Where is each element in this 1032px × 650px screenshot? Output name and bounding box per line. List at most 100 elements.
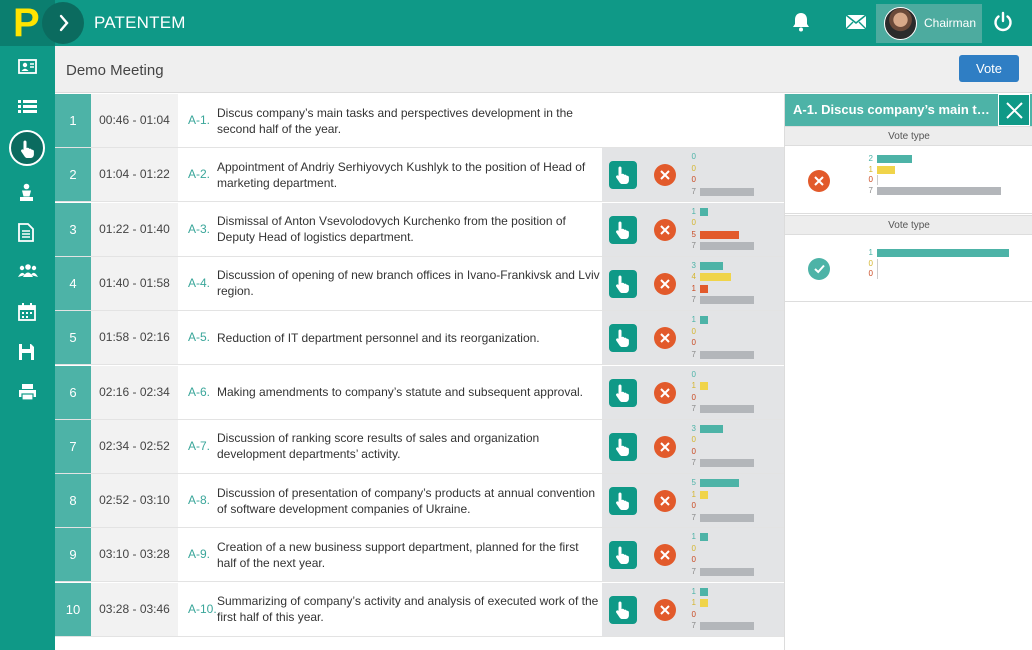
agenda-description[interactable]: Discussion of presentation of company’s … (217, 474, 601, 527)
sidebar-item-save[interactable] (0, 332, 55, 372)
cancel-vote-button[interactable] (654, 218, 676, 241)
vote-count: 1 (868, 248, 873, 257)
vote-stat-total: 7 (688, 350, 778, 360)
vote-count: 5 (691, 478, 696, 488)
sidebar-item-print[interactable] (0, 372, 55, 412)
sidebar-item-calendar[interactable] (0, 292, 55, 332)
vote-count: 0 (691, 609, 696, 619)
vote-stat-total: 7 (688, 404, 778, 414)
agenda-number: 7 (55, 419, 91, 473)
x-icon (660, 279, 670, 289)
sidebar-item-documents[interactable] (0, 212, 55, 252)
vote-hand-button[interactable] (609, 595, 637, 624)
agenda-description[interactable]: Summarizing of company’s activity and an… (217, 583, 601, 636)
menu-toggle-button[interactable] (42, 2, 84, 44)
vote-bar (700, 490, 708, 499)
agenda-row[interactable]: 9 03:10 - 03:28 A-9. Creation of a new busi… (55, 528, 784, 583)
cancel-vote-button[interactable] (654, 490, 676, 513)
agenda-description-text: Discus company’s main tasks and perspect… (217, 105, 573, 136)
agenda-actions: 51 07 (602, 474, 784, 528)
sidebar-item-voting[interactable] (0, 130, 55, 170)
agenda-description[interactable]: Reduction of IT department personnel and… (217, 311, 601, 364)
save-icon (19, 344, 34, 360)
agenda-description[interactable]: Making amendments to company’s statute a… (217, 366, 601, 419)
agenda-row[interactable]: 4 01:40 - 01:58 A-4. Discussion of opening … (55, 256, 784, 311)
agenda-description[interactable]: Discussion of ranking score results of s… (217, 420, 601, 473)
agenda-code[interactable]: A-1. (188, 94, 210, 147)
vote-stats: 0007 (688, 152, 778, 198)
agenda-actions: 1107 (602, 582, 784, 636)
cancel-vote-button[interactable] (654, 164, 676, 187)
agenda-item-panel: A-1. Discus company’s main tasks and per… (784, 94, 1032, 650)
agenda-description[interactable]: Discussion of opening of new branch offi… (217, 257, 601, 310)
agenda-description-text: Making amendments to company’s statute a… (217, 385, 583, 399)
vote-bar (700, 187, 754, 196)
user-menu[interactable]: Chairman (876, 4, 982, 43)
sidebar-item-participants[interactable] (0, 252, 55, 292)
agenda-code[interactable]: A-10. (188, 583, 217, 636)
hand-pointer-icon (616, 329, 629, 348)
agenda-time: 01:58 - 02:16 (91, 311, 178, 365)
agenda-description[interactable]: Appointment of Andriy Serhiyovych Kushly… (217, 148, 601, 201)
vote-hand-button[interactable] (609, 161, 637, 190)
vote-hand-button[interactable] (609, 541, 637, 570)
sidebar-item-list[interactable] (0, 88, 55, 128)
agenda-row[interactable]: 5 01:58 - 02:16 A-5. Reduction of IT depart… (55, 311, 784, 366)
vote-stat-against: 0 (688, 338, 778, 348)
power-icon[interactable] (992, 11, 1014, 33)
agenda-row[interactable]: 10 03:28 - 03:46 A-10. Summarizing of compa… (55, 582, 784, 637)
vote-hand-button[interactable] (609, 269, 637, 298)
agenda-code[interactable]: A-6. (188, 366, 210, 419)
agenda-code[interactable]: A-3. (188, 203, 210, 256)
mail-icon[interactable] (845, 13, 867, 31)
agenda-description[interactable]: Dismissal of Anton Vsevolodovych Kurchen… (217, 203, 601, 256)
vote-count: 1 (691, 532, 696, 542)
vote-button[interactable]: Vote (959, 55, 1019, 82)
agenda-row[interactable]: 8 02:52 - 03:10 A-8. Discussion of presenta… (55, 474, 784, 529)
agenda-description[interactable]: Creation of a new business support depar… (217, 528, 601, 581)
vote-stat-abstain: 4 (688, 272, 778, 282)
vote-count: 7 (691, 566, 696, 576)
agenda-row[interactable]: 3 01:22 - 01:40 A-3. Dismissal of Anton Vse… (55, 202, 784, 257)
vote-type-body: 100 (785, 236, 1032, 302)
vote-hand-button[interactable] (609, 378, 637, 407)
agenda-time: 02:16 - 02:34 (91, 365, 178, 419)
sidebar (0, 46, 55, 650)
agenda-code[interactable]: A-9. (188, 528, 210, 581)
agenda-code[interactable]: A-4. (188, 257, 210, 310)
vote-count: 7 (691, 241, 696, 251)
agenda-row[interactable]: 2 01:04 - 01:22 A-2. Appointment of Andriy … (55, 148, 784, 203)
cancel-vote-button[interactable] (654, 272, 676, 295)
agenda-code[interactable]: A-7. (188, 420, 210, 473)
bell-icon[interactable] (790, 11, 812, 33)
vote-count: 1 (691, 598, 696, 608)
vote-hand-button[interactable] (609, 215, 637, 244)
agenda-row[interactable]: 1 00:46 - 01:04 A-1. Discus company’s main … (55, 94, 784, 148)
vote-stat-abstain: 1 (688, 381, 778, 391)
agenda-row[interactable]: 6 02:16 - 02:34 A-6. Making amendments to c… (55, 365, 784, 420)
agenda-actions: 3 41 7 (602, 256, 784, 310)
agenda-description[interactable]: Discus company’s main tasks and perspect… (217, 94, 601, 147)
vote-hand-button[interactable] (609, 432, 637, 461)
cancel-vote-button[interactable] (654, 381, 676, 404)
axis-line (877, 175, 878, 185)
agenda-code[interactable]: A-2. (188, 148, 210, 201)
sidebar-item-speaker[interactable] (0, 172, 55, 212)
agenda-code[interactable]: A-8. (188, 474, 210, 527)
agenda-code[interactable]: A-5. (188, 311, 210, 364)
vote-hand-button[interactable] (609, 487, 637, 516)
agenda-actions: 1007 (602, 311, 784, 365)
vote-count: 0 (691, 175, 696, 185)
cancel-vote-button[interactable] (654, 598, 676, 621)
vote-stat-against: 1 (688, 284, 778, 294)
vote-stat-against: 0 (688, 610, 778, 620)
close-button[interactable] (998, 94, 1030, 126)
agenda-time: 03:10 - 03:28 (91, 528, 178, 582)
cancel-vote-button[interactable] (654, 435, 676, 458)
cancel-vote-button[interactable] (654, 544, 676, 567)
sidebar-item-id-card[interactable] (0, 48, 55, 88)
vote-hand-button[interactable] (609, 324, 637, 353)
vote-stat-total: 7 (688, 187, 778, 197)
cancel-vote-button[interactable] (654, 327, 676, 350)
agenda-row[interactable]: 7 02:34 - 02:52 A-7. Discussion of ranking … (55, 419, 784, 474)
